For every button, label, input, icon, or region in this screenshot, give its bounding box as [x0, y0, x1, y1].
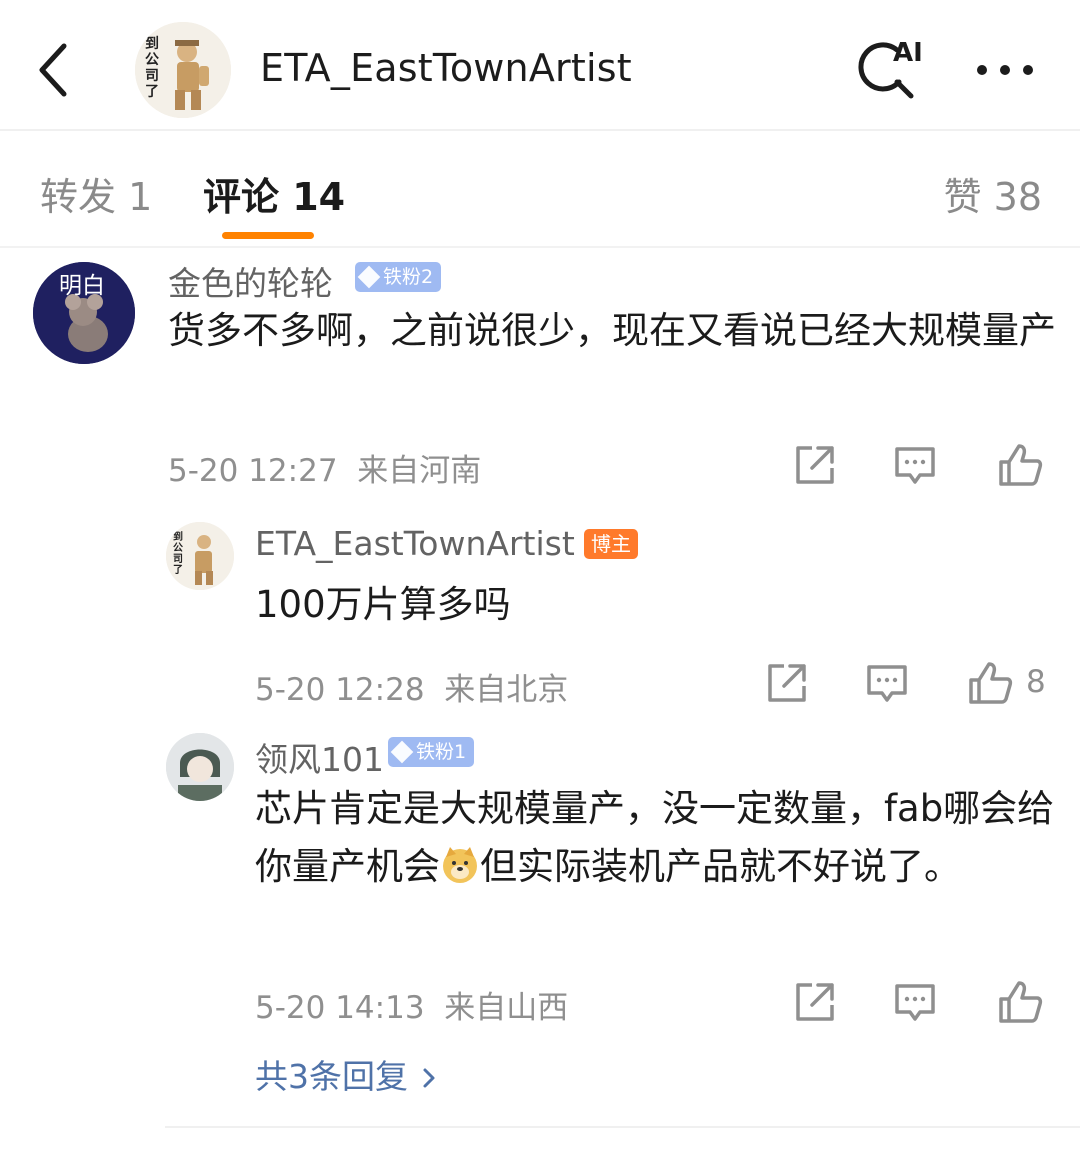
diamond-icon — [357, 265, 381, 289]
avatar-caption: 明白 — [59, 273, 105, 299]
thumbs-up-icon — [969, 662, 1013, 704]
comment-username[interactable]: 金色的轮轮 — [168, 257, 333, 305]
reply-avatar[interactable] — [166, 733, 234, 801]
avatar-caption: 到公司了 — [173, 532, 183, 576]
active-tab-indicator — [222, 232, 314, 239]
tab-repost[interactable]: 转发 1 — [40, 166, 152, 221]
top-bar: 到公司了 ETA_EastTownArtist AI — [0, 0, 1080, 130]
fan-badge-label: 铁粉2 — [383, 266, 434, 288]
comment-time: 5-20 12:27 来自河南 — [168, 453, 482, 489]
comment-icon — [895, 984, 935, 1021]
fan-badge-label: 铁粉1 — [416, 741, 467, 763]
reply-button[interactable] — [890, 977, 940, 1027]
reply-time: 5-20 14:13 来自山西 — [255, 990, 569, 1026]
list-divider — [165, 1126, 1080, 1128]
share-button[interactable] — [790, 977, 840, 1027]
thumbs-up-icon — [999, 444, 1043, 486]
back-button[interactable] — [30, 40, 80, 100]
avatar-caption: 到公司了 — [145, 36, 159, 100]
reply-button[interactable] — [862, 658, 912, 708]
like-button[interactable] — [995, 977, 1045, 1027]
more-options-button[interactable] — [970, 52, 1040, 88]
more-replies-link[interactable]: 共3条回复 — [255, 1050, 439, 1098]
comment-icon — [867, 665, 907, 702]
share-icon — [768, 664, 806, 702]
share-icon — [796, 446, 834, 484]
like-count: 8 — [1026, 664, 1046, 700]
chevron-right-icon — [419, 1057, 439, 1096]
reply-text-part2: 但实际装机产品就不好说了。 — [480, 845, 961, 888]
back-chevron-icon — [39, 43, 67, 97]
reply-username[interactable]: ETA_EastTownArtist — [255, 524, 575, 563]
reply-button[interactable] — [890, 440, 940, 490]
commenter-avatar[interactable]: 明白 — [33, 262, 135, 364]
comment-text: 货多不多啊，之前说很少，现在又看说已经大规模量产 — [168, 309, 1056, 352]
page-title: ETA_EastTownArtist — [260, 46, 632, 90]
like-button[interactable] — [965, 658, 1015, 708]
thumbs-up-icon — [999, 981, 1043, 1023]
reply-avatar[interactable]: 到公司了 — [166, 522, 234, 590]
ai-label: AI — [893, 38, 923, 68]
tab-likes[interactable]: 赞 38 — [944, 166, 1042, 221]
diamond-icon — [390, 740, 414, 764]
ai-search-button[interactable]: AI — [855, 38, 925, 102]
blogger-badge: 博主 — [584, 529, 638, 559]
reply-time: 5-20 12:28 来自北京 — [255, 672, 569, 708]
reply-text: 100万片算多吗 — [255, 583, 511, 626]
more-dots-icon — [977, 65, 1033, 75]
tab-comments[interactable]: 评论 14 — [203, 166, 345, 221]
header-divider — [0, 129, 1080, 131]
fan-badge: 铁粉1 — [388, 737, 475, 767]
comment-icon — [895, 447, 935, 484]
reply-text: 芯片肯定是大规模量产，没一定数量，fab哪会给你量产机会 但实际装机产品就不好说了… — [255, 780, 1055, 896]
share-button[interactable] — [762, 658, 812, 708]
reply-username[interactable]: 领风101 — [255, 733, 384, 781]
fan-badge: 铁粉2 — [355, 262, 442, 292]
tabs-divider — [0, 246, 1080, 248]
blogger-avatar[interactable]: 到公司了 — [135, 22, 231, 118]
share-button[interactable] — [790, 440, 840, 490]
share-icon — [796, 983, 834, 1021]
more-replies-label: 共3条回复 — [255, 1057, 408, 1096]
like-button[interactable] — [995, 440, 1045, 490]
doge-emoji-icon — [440, 844, 480, 884]
